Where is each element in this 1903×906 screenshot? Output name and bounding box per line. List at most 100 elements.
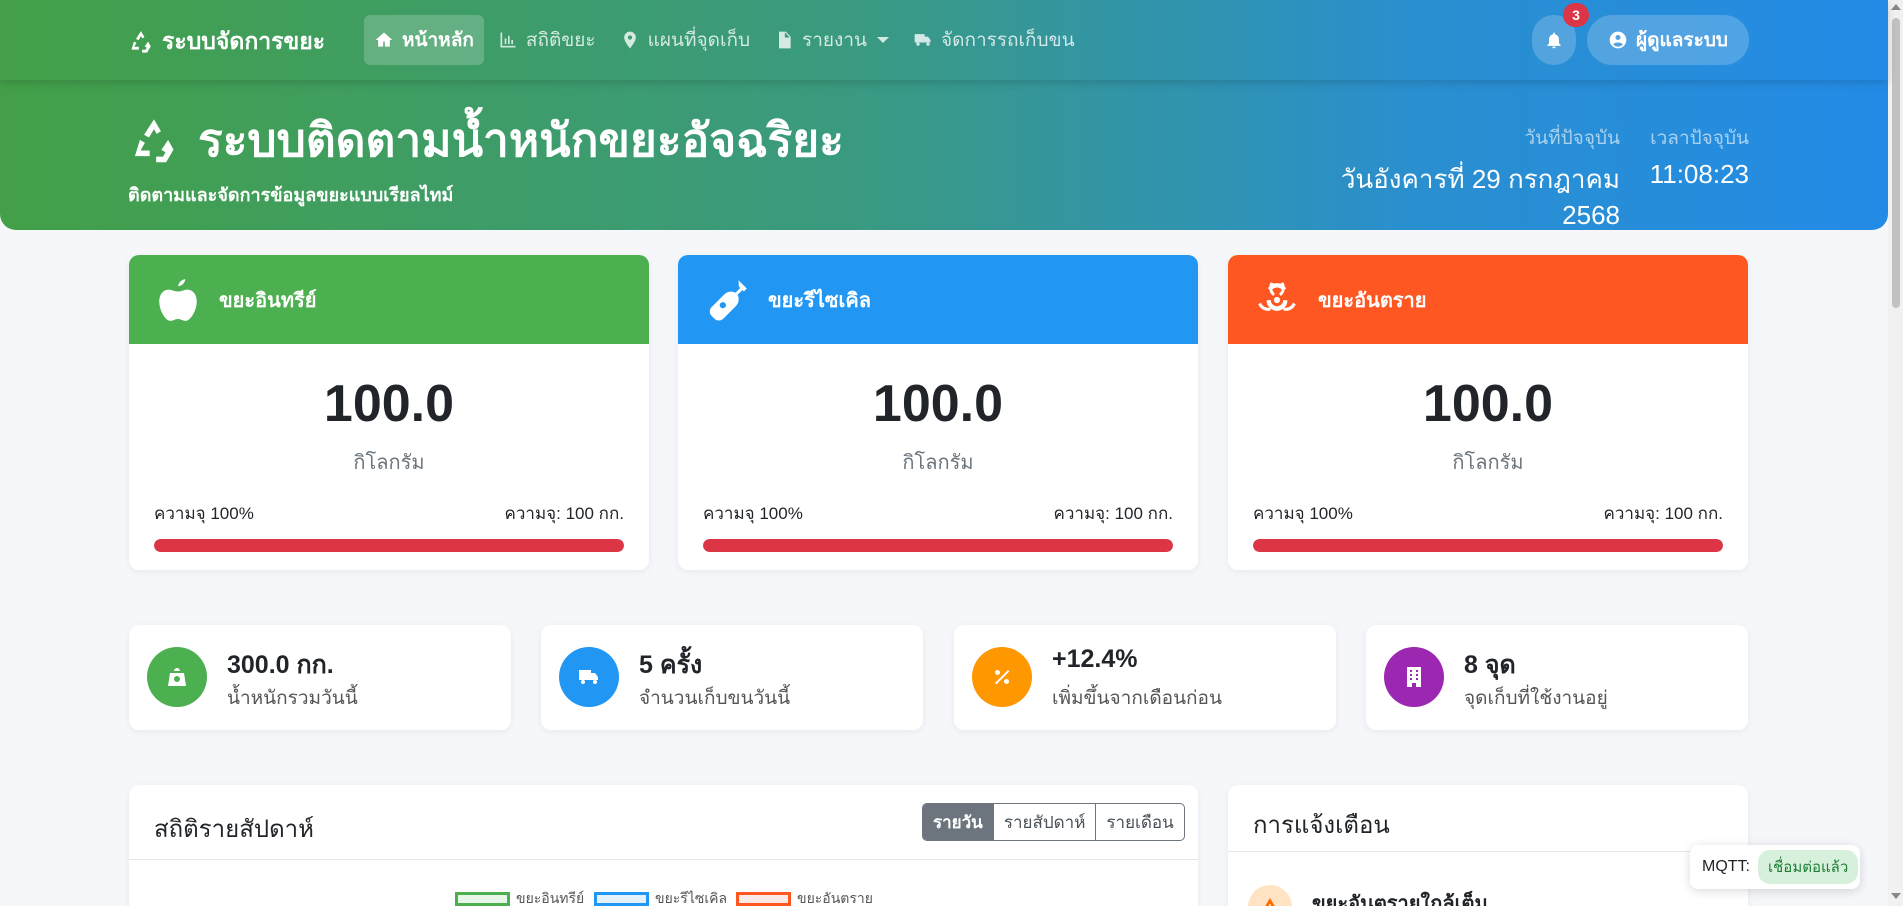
- stat-value: 8 จุด: [1464, 651, 1516, 679]
- waste-weight-unit: กิโลกรัม: [902, 452, 974, 474]
- waste-card-recycle: ขยะรีไซเคิล 100.0 กิโลกรัม ความจุ 100% ค…: [678, 255, 1198, 570]
- warning-icon: [1265, 897, 1275, 906]
- weight-icon: [168, 668, 186, 686]
- legend-item-organic[interactable]: ขยะอินทรีย์: [455, 888, 584, 906]
- stat-card-active-points: 8 จุด จุดเก็บที่ใช้งานอยู่: [1366, 625, 1748, 730]
- nav-item-reports[interactable]: รายงาน: [764, 15, 899, 65]
- waste-card-hazardous: ขยะอันตราย 100.0 กิโลกรัม ความจุ 100% คว…: [1228, 255, 1748, 570]
- time-value: 11:08:23: [1649, 159, 1749, 189]
- waste-card-header: ขยะอันตราย: [1228, 255, 1748, 344]
- date-value: วันอังคารที่ 29 กรกฎาคม 2568: [1340, 164, 1620, 230]
- legend-swatch: [455, 892, 510, 906]
- stat-label: จำนวนเก็บขนวันนี้: [639, 688, 791, 709]
- stat-card-total-weight: 300.0 กก. น้ำหนักรวมวันนี้: [129, 625, 511, 730]
- page-subtitle: ติดตามและจัดการข้อมูลขยะแบบเรียลไทม์: [128, 185, 454, 205]
- time-label: เวลาปัจจุบัน: [1650, 128, 1749, 149]
- fill-progress-value: [154, 539, 624, 552]
- waste-weight-unit: กิโลกรัม: [353, 452, 425, 474]
- stat-value: 300.0 กก.: [227, 651, 334, 679]
- tab-daily[interactable]: รายวัน: [923, 804, 993, 840]
- fill-progress-bar: [154, 539, 624, 552]
- divider: [1228, 851, 1748, 852]
- fill-percent-label: ความจุ 100%: [1253, 504, 1353, 523]
- stat-icon-wrap: [972, 647, 1032, 707]
- fill-percent-label: ความจุ 100%: [154, 504, 254, 523]
- home-icon: [375, 32, 393, 47]
- truck-icon: [914, 34, 931, 46]
- scrollbar-thumb[interactable]: [1892, 18, 1900, 308]
- file-icon: [779, 31, 791, 49]
- capacity-label: ความจุ: 100 กก.: [1603, 504, 1723, 523]
- current-time: เวลาปัจจุบัน 11:08:23: [1640, 123, 1749, 190]
- stat-value: 5 ครั้ง: [639, 651, 703, 679]
- alert-title[interactable]: ขยะอันตรายใกล้เต็ม: [1312, 887, 1488, 906]
- tab-weekly[interactable]: รายสัปดาห์: [992, 804, 1096, 840]
- fill-percent-label: ความจุ 100%: [703, 504, 803, 523]
- user-label: ผู้ดูแลระบบ: [1636, 30, 1728, 51]
- fill-progress-bar: [1253, 539, 1723, 552]
- fill-progress-value: [1253, 539, 1723, 552]
- panel-title: การแจ้งเตือน: [1253, 812, 1390, 839]
- scroll-up-arrow[interactable]: [1891, 4, 1901, 10]
- nav-item-statistics[interactable]: สถิติขยะ: [488, 15, 606, 65]
- page-title-text: ระบบติดตามน้ำหนักขยะอัจฉริยะ: [198, 114, 844, 166]
- page-scrollbar[interactable]: [1888, 0, 1903, 906]
- brand[interactable]: ระบบจัดการขยะ: [128, 24, 325, 60]
- bell-icon: [1547, 32, 1561, 49]
- brand-label: ระบบจัดการขยะ: [162, 28, 326, 54]
- recycle-icon: [134, 118, 174, 162]
- waste-card-title: ขยะรีไซเคิล: [768, 289, 871, 312]
- stat-label: น้ำหนักรวมวันนี้: [227, 688, 358, 709]
- stat-card-growth: +12.4% เพิ่มขึ้นจากเดือนก่อน: [954, 625, 1336, 730]
- recycle-icon: [131, 31, 151, 53]
- date-label: วันที่ปัจจุบัน: [1524, 128, 1620, 149]
- waste-weight-value: 100.0: [1422, 375, 1554, 433]
- legend-label: ขยะอันตราย: [797, 890, 873, 906]
- page-title: ระบบติดตามน้ำหนักขยะอัจฉริยะ: [128, 104, 844, 177]
- nav-item-home[interactable]: หน้าหลัก: [364, 15, 484, 65]
- nav-item-label: หน้าหลัก: [402, 30, 474, 51]
- mqtt-status: MQTT: เชื่อมต่อแล้ว: [1690, 845, 1860, 889]
- period-toggle: รายวัน รายสัปดาห์ รายเดือน: [922, 803, 1185, 841]
- nav-item-trucks[interactable]: จัดการรถเก็บขน: [903, 15, 1085, 65]
- capacity-label: ความจุ: 100 กก.: [504, 504, 624, 523]
- apple-icon: [159, 278, 197, 321]
- scroll-down-arrow[interactable]: [1891, 893, 1901, 899]
- legend-item-recycle[interactable]: ขยะรีไซเคิล: [594, 888, 727, 906]
- mqtt-label: MQTT:: [1702, 858, 1750, 875]
- chevron-down-icon: [877, 37, 889, 43]
- stat-icon-wrap: [147, 647, 207, 707]
- percent-icon: [995, 670, 1010, 685]
- user-circle-icon: [1609, 31, 1627, 49]
- mqtt-status-badge: เชื่อมต่อแล้ว: [1758, 850, 1859, 884]
- tab-monthly[interactable]: รายเดือน: [1095, 804, 1183, 840]
- current-date: วันที่ปัจจุบัน วันอังคารที่ 29 กรกฎาคม 2…: [1290, 123, 1620, 231]
- waste-weight-value: 100.0: [323, 375, 455, 433]
- waste-card-organic: ขยะอินทรีย์ 100.0 กิโลกรัม ความจุ 100% ค…: [129, 255, 649, 570]
- alerts-panel: การแจ้งเตือน ขยะอันตรายใกล้เต็ม: [1228, 785, 1748, 906]
- legend-label: ขยะรีไซเคิล: [655, 890, 728, 906]
- building-icon: [1407, 667, 1421, 687]
- map-pin-icon: [623, 31, 636, 49]
- alert-icon-wrap: [1248, 885, 1292, 906]
- legend-swatch: [736, 892, 791, 906]
- waste-card-title: ขยะอันตราย: [1318, 289, 1427, 312]
- waste-weight-value: 100.0: [872, 375, 1004, 433]
- waste-weight-unit: กิโลกรัม: [1452, 452, 1524, 474]
- nav-item-label: สถิติขยะ: [525, 30, 596, 51]
- legend-item-hazardous[interactable]: ขยะอันตราย: [736, 888, 873, 906]
- user-menu-button[interactable]: ผู้ดูแลระบบ: [1587, 15, 1749, 65]
- stat-label: จุดเก็บที่ใช้งานอยู่: [1464, 688, 1608, 709]
- fill-progress-value: [703, 539, 1173, 552]
- notification-badge: 3: [1563, 3, 1589, 27]
- stat-label: เพิ่มขึ้นจากเดือนก่อน: [1052, 688, 1222, 709]
- stat-card-collections: 5 ครั้ง จำนวนเก็บขนวันนี้: [541, 625, 923, 730]
- legend-label: ขยะอินทรีย์: [516, 890, 585, 906]
- hero-banner: ระบบติดตามน้ำหนักขยะอัจฉริยะ ติดตามและจั…: [0, 80, 1888, 230]
- biohazard-icon: [1258, 281, 1296, 311]
- truck-icon: [579, 670, 598, 684]
- capacity-label: ความจุ: 100 กก.: [1053, 504, 1173, 523]
- fill-progress-bar: [703, 539, 1173, 552]
- nav-item-map[interactable]: แผนที่จุดเก็บ: [610, 15, 760, 65]
- panel-title: สถิติรายสัปดาห์: [154, 816, 314, 843]
